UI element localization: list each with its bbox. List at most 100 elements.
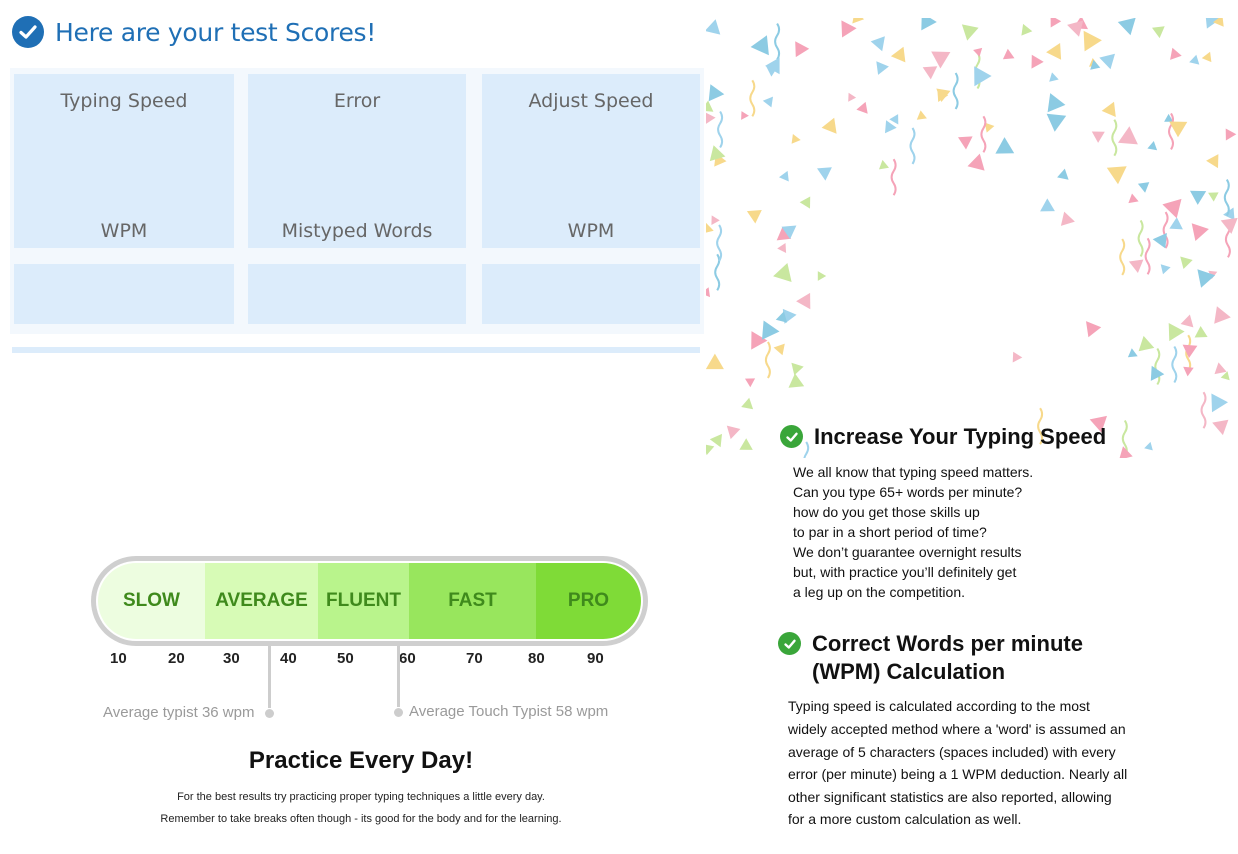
confetti-piece bbox=[745, 378, 756, 388]
confetti-piece bbox=[711, 215, 720, 225]
average-typist-label: Average typist 36 wpm bbox=[103, 704, 255, 721]
typing-speed-card: Typing Speed WPM bbox=[14, 74, 234, 248]
confetti-piece bbox=[1128, 193, 1139, 204]
confetti-streamer bbox=[1154, 347, 1161, 386]
confetti-piece bbox=[709, 433, 722, 448]
confetti-piece bbox=[922, 66, 938, 80]
confetti-piece bbox=[1214, 362, 1227, 375]
paragraph-line: for a more custom calculation as well. bbox=[788, 811, 1022, 827]
paragraph-line: average of 5 characters (spaces included… bbox=[788, 744, 1116, 760]
adjust-speed-value-box bbox=[482, 264, 700, 324]
section-title-line-2: (WPM) Calculation bbox=[812, 659, 1006, 684]
confetti-piece bbox=[921, 18, 937, 31]
confetti-piece bbox=[817, 271, 827, 281]
confetti-piece bbox=[1147, 141, 1158, 151]
confetti-piece bbox=[1002, 48, 1015, 60]
confetti-streamer bbox=[1137, 219, 1144, 257]
confetti-piece bbox=[706, 287, 710, 298]
confetti-streamer bbox=[749, 79, 756, 117]
confetti-streamer bbox=[1144, 237, 1151, 275]
touch-typist-marker-line bbox=[397, 646, 400, 707]
confetti-piece bbox=[1137, 182, 1150, 193]
confetti-piece bbox=[848, 92, 857, 102]
confetti-piece bbox=[777, 243, 787, 253]
adjust-speed-card: Adjust Speed WPM bbox=[482, 74, 700, 248]
paragraph-line: We all know that typing speed matters. bbox=[793, 464, 1034, 480]
confetti-piece bbox=[1189, 54, 1200, 65]
confetti-piece bbox=[967, 153, 985, 171]
section-title: Correct Words per minute bbox=[812, 631, 1083, 656]
card-unit: Mistyped Words bbox=[281, 220, 433, 242]
average-typist-marker-line bbox=[268, 646, 271, 708]
confetti-piece bbox=[1138, 335, 1155, 352]
confetti-piece bbox=[706, 19, 721, 35]
confetti-streamer bbox=[980, 115, 987, 153]
card-unit: WPM bbox=[100, 220, 148, 242]
confetti-piece bbox=[1046, 43, 1062, 60]
touch-typist-label: Average Touch Typist 58 wpm bbox=[409, 703, 609, 720]
page-title: Here are your test Scores! bbox=[55, 17, 376, 47]
section-title: Increase Your Typing Speed bbox=[814, 424, 1107, 449]
scale-tick: 60 bbox=[399, 650, 416, 667]
confetti-piece bbox=[799, 196, 811, 209]
confetti-piece bbox=[1086, 321, 1102, 338]
confetti-piece bbox=[796, 292, 811, 310]
confetti-piece bbox=[1160, 264, 1171, 275]
paragraph-line: Can you type 65+ words per minute? bbox=[793, 484, 1023, 500]
confetti-piece bbox=[852, 18, 865, 24]
scale-segment-pro: PRO bbox=[536, 563, 641, 639]
increase-speed-heading: Increase Your Typing Speed bbox=[780, 423, 1106, 451]
paragraph-line: Typing speed is calculated according to … bbox=[788, 698, 1090, 714]
confetti-piece bbox=[1128, 259, 1144, 273]
confetti-piece bbox=[1225, 128, 1237, 141]
confetti-piece bbox=[741, 397, 754, 410]
confetti-piece bbox=[1212, 419, 1229, 436]
confetti-streamer bbox=[952, 72, 959, 110]
confetti-piece bbox=[1168, 323, 1185, 342]
confetti-piece bbox=[1101, 101, 1116, 117]
confetti-piece bbox=[1117, 18, 1136, 36]
score-panel: Typing Speed WPM Error Mistyped Words Ad… bbox=[10, 68, 704, 334]
confetti-piece bbox=[817, 167, 832, 181]
confetti-piece bbox=[821, 117, 837, 134]
check-circle-icon bbox=[778, 632, 801, 655]
card-title: Adjust Speed bbox=[528, 90, 654, 112]
progress-bar bbox=[12, 347, 700, 353]
confetti-streamer bbox=[1111, 119, 1118, 157]
scale-tick: 50 bbox=[337, 650, 354, 667]
confetti-piece bbox=[1067, 20, 1084, 37]
confetti-piece bbox=[706, 444, 715, 456]
check-circle-icon bbox=[12, 16, 44, 48]
confetti-piece bbox=[1091, 131, 1105, 143]
paragraph-line: error (per minute) being a 1 WPM deducti… bbox=[788, 766, 1128, 782]
results-header: Here are your test Scores! bbox=[12, 16, 376, 48]
confetti-piece bbox=[1106, 166, 1127, 185]
confetti-piece bbox=[1169, 217, 1183, 230]
confetti-piece bbox=[1182, 344, 1198, 358]
card-unit: WPM bbox=[567, 220, 615, 242]
confetti-piece bbox=[791, 134, 801, 144]
confetti-piece bbox=[791, 362, 804, 376]
confetti-piece bbox=[1099, 53, 1115, 70]
confetti-piece bbox=[890, 46, 906, 63]
confetti-piece bbox=[1211, 393, 1228, 413]
scale-segment-slow: SLOW bbox=[98, 563, 205, 639]
paragraph-line: widely accepted method where a 'word' is… bbox=[788, 721, 1126, 737]
confetti-piece bbox=[1183, 366, 1194, 377]
confetti-piece bbox=[1150, 365, 1165, 381]
confetti-piece bbox=[773, 343, 785, 356]
paragraph-line: but, with practice you’ll definitely get bbox=[793, 564, 1017, 580]
check-circle-icon bbox=[780, 425, 803, 448]
confetti-piece bbox=[1214, 306, 1231, 324]
practice-text-line: Remember to take breaks often though - i… bbox=[160, 813, 562, 825]
scale-tick: 20 bbox=[168, 650, 185, 667]
scale-tick: 80 bbox=[528, 650, 545, 667]
confetti-piece bbox=[1046, 113, 1067, 132]
confetti-piece bbox=[1180, 256, 1193, 269]
touch-typist-marker-dot bbox=[394, 708, 403, 717]
confetti-piece bbox=[1031, 54, 1044, 69]
confetti-piece bbox=[1047, 93, 1066, 113]
confetti-piece bbox=[706, 100, 714, 112]
confetti-piece bbox=[1057, 168, 1069, 180]
confetti-piece bbox=[1169, 121, 1188, 138]
